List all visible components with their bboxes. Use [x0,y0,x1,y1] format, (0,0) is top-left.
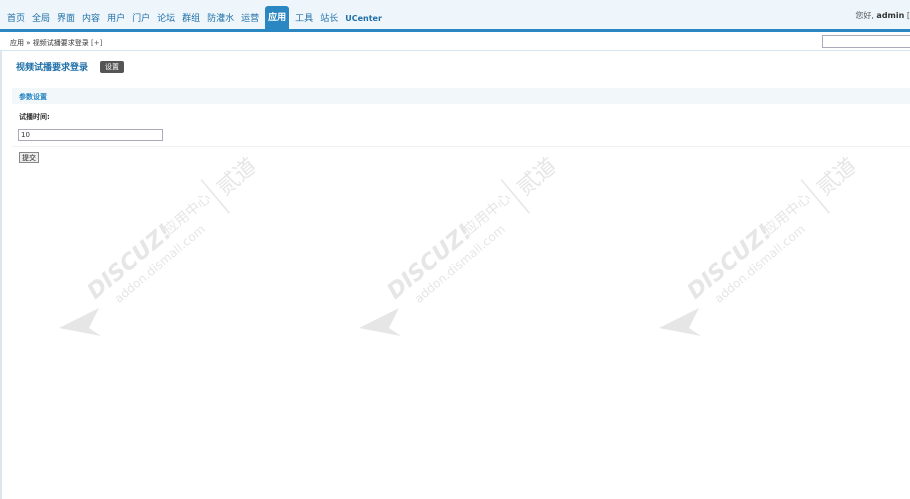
nav-item-12[interactable]: 站长 [319,8,339,30]
username-link[interactable]: admin [876,11,904,20]
watermark-graphic: DISCUZ! 应用中心 addon.dismall.com 贰道 [59,154,262,336]
watermark-arrow-icon [359,308,401,336]
search-input[interactable] [822,35,910,48]
nav-item-2[interactable]: 界面 [56,8,76,30]
watermark-arrow-icon [659,308,701,336]
add-shortcut-link[interactable]: [+] [91,39,102,47]
nav-item-5[interactable]: 门户 [131,8,151,30]
main-nav: 首页 全局 界面 内容 用户 门户 论坛 群组 防灌水 运营 应用 工具 站长 UCenter [6,6,388,32]
nav-item-7[interactable]: 群组 [181,8,201,30]
greeting-text: 您好, [855,11,874,20]
nav-item-9[interactable]: 运营 [240,8,260,30]
trial-time-label: 试播时间: [19,113,50,121]
watermark-mark: 贰道 [213,154,255,201]
breadcrumb-current: 视频试播要求登录 [32,39,89,47]
watermark-logo-1: DISCUZ! 应用中心 addon.dismall.com 贰道 [55,150,262,340]
page-header: 视频试播要求登录 设置 [16,60,125,73]
row-divider [12,146,910,147]
settings-button[interactable]: 设置 [100,60,125,73]
nav-item-8[interactable]: 防灌水 [206,8,235,30]
watermark-logo-3: DISCUZ! 应用中心 addon.dismall.com 贰道 [655,150,862,340]
nav-item-3[interactable]: 内容 [81,8,101,30]
trial-time-input[interactable] [18,129,163,141]
section-title: 参数设置 [19,93,47,101]
left-edge-bar [0,51,2,499]
section-header: 参数设置 [12,88,910,104]
watermark-graphic: DISCUZ! 应用中心 addon.dismall.com 贰道 [359,154,562,336]
user-info: 您好, admin [ [855,10,910,21]
breadcrumb-separator: » [26,39,31,47]
watermark-logo-2: DISCUZ! 应用中心 addon.dismall.com 贰道 [355,150,562,340]
watermark-mark: 贰道 [813,154,855,201]
breadcrumb-bar: 应用 » 视频试播要求登录 [+] [0,34,910,51]
watermark-mark: 贰道 [513,154,555,201]
submit-button[interactable]: 提交 [19,152,39,163]
nav-item-0[interactable]: 首页 [6,8,26,30]
nav-item-1[interactable]: 全局 [31,8,51,30]
nav-item-4[interactable]: 用户 [106,8,126,30]
watermark-graphic: DISCUZ! 应用中心 addon.dismall.com 贰道 [659,154,862,336]
nav-item-10[interactable]: 应用 [265,6,290,30]
nav-item-11[interactable]: 工具 [294,8,314,30]
breadcrumb: 应用 » 视频试播要求登录 [+] [10,38,102,48]
breadcrumb-root[interactable]: 应用 [10,39,24,47]
top-navigation-bar: 首页 全局 界面 内容 用户 门户 论坛 群组 防灌水 运营 应用 工具 站长 UCenter 您好, a… [0,0,910,32]
nav-item-6[interactable]: 论坛 [156,8,176,30]
nav-item-13[interactable]: UCenter [344,8,383,30]
page-title: 视频试播要求登录 [16,63,89,73]
watermark-arrow-icon [59,308,101,336]
